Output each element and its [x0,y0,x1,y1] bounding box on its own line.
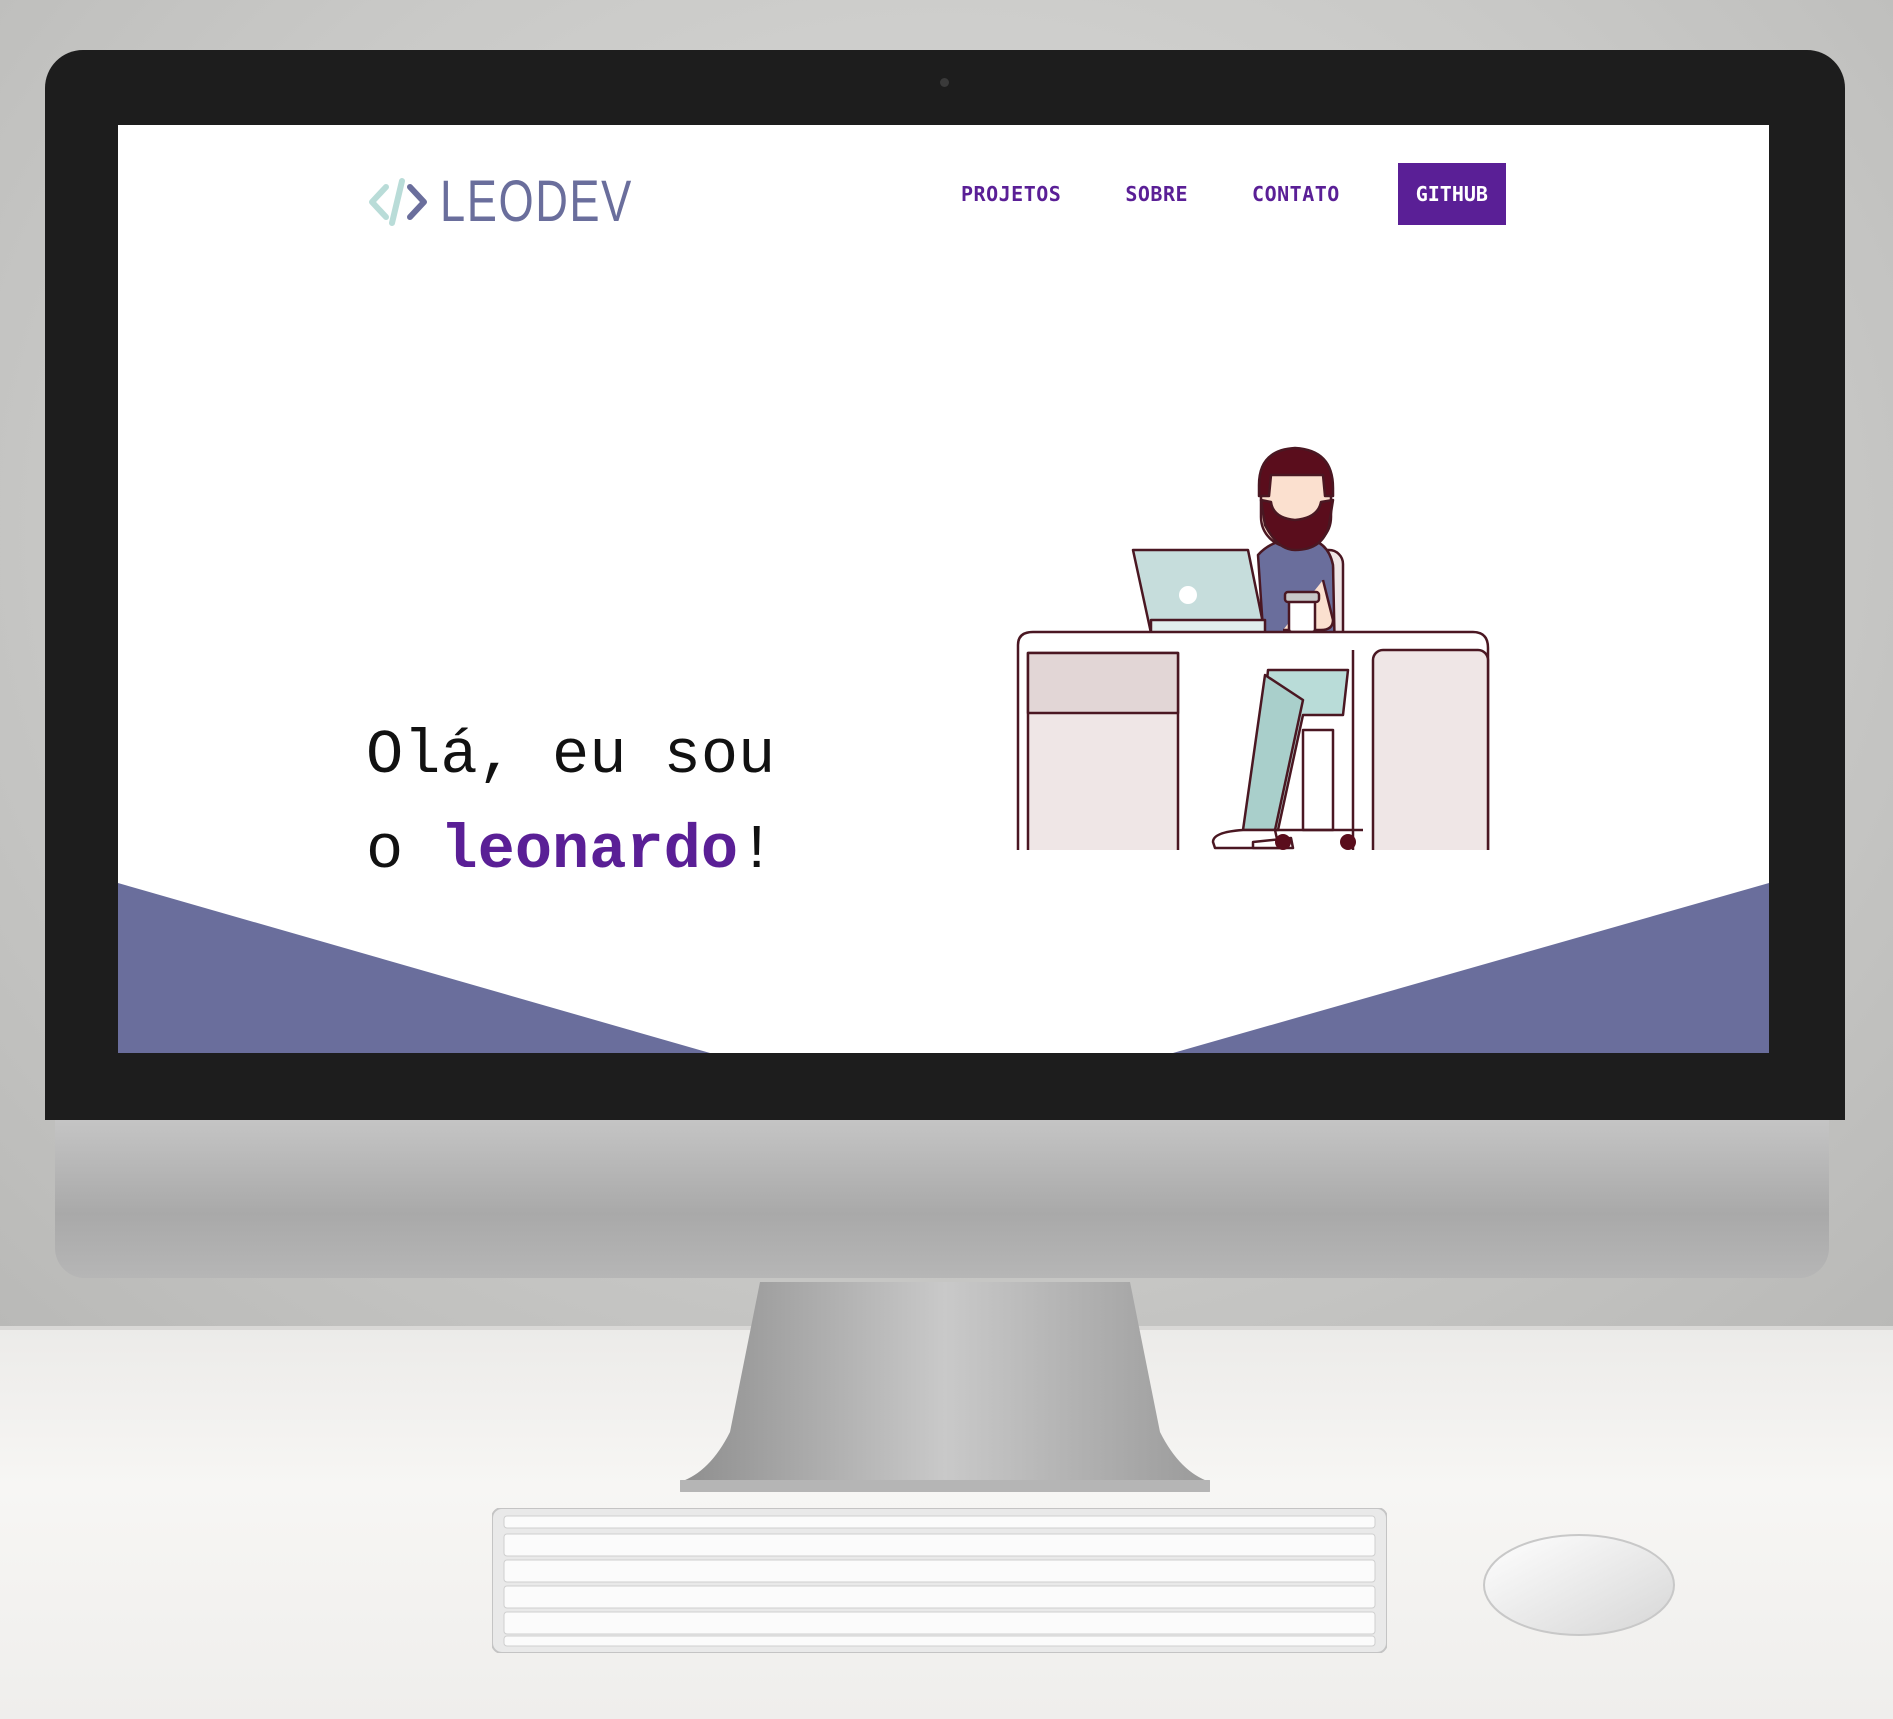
mouse-icon [1483,1534,1675,1636]
monitor-stand [680,1282,1210,1492]
logo[interactable]: LEODEV [366,168,687,235]
hero-line-1: Olá, eu sou [366,720,776,791]
keyboard-icon [492,1508,1387,1653]
website-screen: LEODEV PROJETOS SOBRE CONTATO GITHUB Olá… [118,125,1769,1053]
nav-link-projetos[interactable]: PROJETOS [961,182,1061,206]
camera-icon [940,78,949,87]
github-button[interactable]: GITHUB [1397,163,1506,225]
hero-heading: Olá, eu sou o leonardo! [366,708,775,898]
nav-link-sobre[interactable]: SOBRE [1125,182,1188,206]
main-nav: PROJETOS SOBRE CONTATO GITHUB [961,163,1506,225]
logo-text: LEODEV [440,169,633,234]
developer-at-desk-illustration [1016,446,1490,850]
hero-name: leonardo [440,815,739,886]
nav-link-contato[interactable]: CONTATO [1252,182,1340,206]
bottom-decoration-shape [118,883,1769,1053]
monitor-chin [55,1118,1829,1278]
hero-line-2-suffix: ! [738,815,776,886]
hero-line-2-prefix: o [366,815,441,886]
code-brackets-icon [369,177,427,226]
